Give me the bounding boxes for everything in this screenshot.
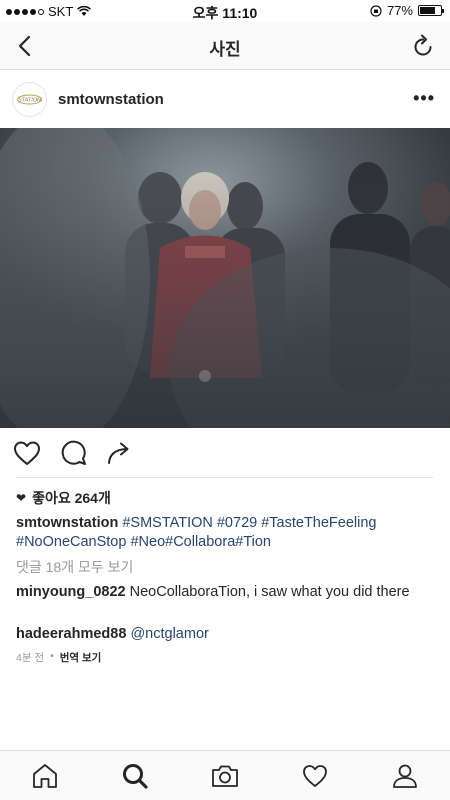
like-heart-icon[interactable] bbox=[12, 438, 42, 468]
post-actions bbox=[0, 438, 450, 472]
post-username[interactable]: smtownstation bbox=[58, 91, 164, 108]
caption-hashtags-line1[interactable]: #SMSTATION #0729 #TasteTheFeeling bbox=[122, 515, 376, 531]
battery-status: 77% bbox=[370, 3, 444, 18]
caption-username[interactable]: smtownstation bbox=[16, 515, 118, 531]
post-header: STATION smtownstation ••• bbox=[0, 70, 450, 128]
orientation-lock-icon bbox=[370, 4, 382, 17]
search-icon[interactable] bbox=[120, 761, 150, 791]
caption-hashtags-line2[interactable]: #NoOneCanStop #Neo#Collabora#Tion bbox=[16, 534, 271, 550]
station-logo-icon: STATION bbox=[14, 84, 45, 115]
home-icon[interactable] bbox=[30, 761, 60, 791]
camera-icon[interactable] bbox=[210, 761, 240, 791]
refresh-icon[interactable] bbox=[410, 33, 436, 59]
concert-photo-image bbox=[0, 128, 450, 428]
view-all-comments-link[interactable]: 댓글 18개 모두 보기 bbox=[16, 557, 133, 577]
post-meta: 4분 전 • 번역 보기 bbox=[16, 650, 101, 665]
comment: minyoung_0822 NeoCollaboraTion, i saw wh… bbox=[16, 583, 436, 602]
comment-username[interactable]: minyoung_0822 bbox=[16, 584, 126, 600]
comment-username[interactable]: hadeerahmed88 bbox=[16, 626, 126, 642]
svg-text:STATION: STATION bbox=[18, 98, 41, 104]
likes-label: 좋아요 264개 bbox=[32, 490, 111, 506]
post-photo[interactable] bbox=[0, 128, 450, 428]
translate-link[interactable]: 번역 보기 bbox=[60, 650, 102, 665]
comment-mention[interactable]: @nctglamor bbox=[130, 626, 208, 642]
meta-separator: • bbox=[50, 650, 54, 662]
tab-bar bbox=[0, 750, 450, 800]
page-title: 사진 bbox=[209, 40, 241, 59]
comment-bubble-icon[interactable] bbox=[58, 438, 88, 468]
avatar[interactable]: STATION bbox=[12, 82, 47, 117]
nav-bar: 사진 bbox=[0, 22, 450, 70]
battery-icon bbox=[418, 5, 444, 16]
comment-text: NeoCollaboraTion, i saw what you did the… bbox=[129, 584, 410, 600]
heart-icon: ❤ bbox=[16, 491, 27, 505]
post-caption: smtownstation #SMSTATION #0729 #TasteThe… bbox=[16, 514, 436, 552]
comment: hadeerahmed88 @nctglamor bbox=[16, 625, 436, 644]
post-time: 4분 전 bbox=[16, 652, 45, 664]
profile-icon[interactable] bbox=[390, 761, 420, 791]
more-options-icon[interactable]: ••• bbox=[413, 88, 435, 109]
activity-heart-icon[interactable] bbox=[300, 761, 330, 791]
divider bbox=[16, 477, 434, 478]
likes-count[interactable]: ❤ 좋아요 264개 bbox=[16, 488, 111, 508]
battery-percent: 77% bbox=[386, 3, 413, 18]
status-bar: SKT 오후 11:10 77% bbox=[0, 0, 450, 22]
share-arrow-icon[interactable] bbox=[104, 438, 134, 468]
